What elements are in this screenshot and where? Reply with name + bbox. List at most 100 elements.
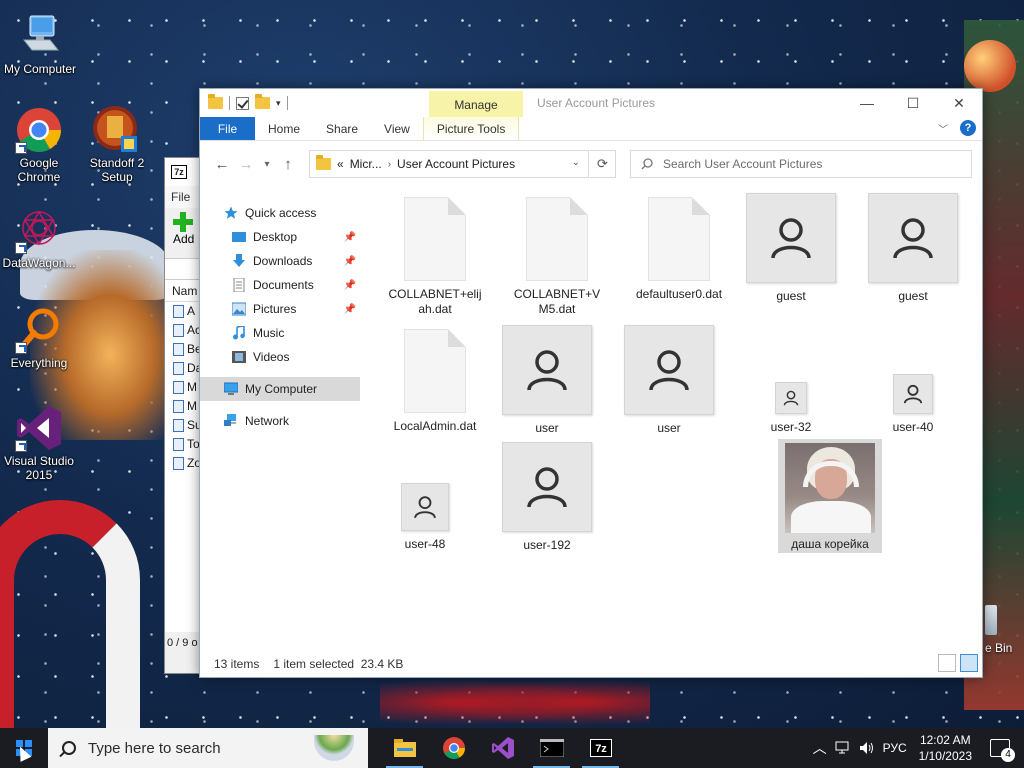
- pictures-icon: [232, 302, 246, 316]
- nav-music[interactable]: Music: [200, 321, 360, 345]
- volume-icon[interactable]: [859, 741, 875, 755]
- file-item[interactable]: user: [615, 325, 723, 436]
- file-item[interactable]: user-192: [493, 442, 601, 553]
- computer-icon: [16, 12, 64, 60]
- input-language[interactable]: РУС: [883, 741, 907, 755]
- show-hidden-icons-chevron-icon[interactable]: ︿: [813, 738, 827, 758]
- seven-zip-icon: 7z: [589, 739, 612, 757]
- taskbar-search-box[interactable]: Type here to search: [48, 728, 368, 768]
- desktop-icon-label: Google Chrome: [17, 156, 61, 184]
- explorer-titlebar[interactable]: ▾ Manage User Account Pictures — ☐ ✕: [200, 89, 982, 117]
- maximize-button[interactable]: ☐: [890, 89, 936, 117]
- recent-locations-chevron-icon[interactable]: ▾: [258, 159, 276, 170]
- expand-ribbon-chevron-icon[interactable]: ﹀: [938, 121, 948, 136]
- taskbar-file-explorer[interactable]: [380, 728, 429, 768]
- datawagon-icon: [15, 206, 63, 254]
- manage-contextual-tab[interactable]: Manage: [429, 91, 523, 117]
- minimize-button[interactable]: —: [844, 89, 890, 117]
- desktop-icon-google-chrome[interactable]: Google Chrome: [0, 106, 79, 184]
- properties-icon[interactable]: [236, 96, 249, 110]
- tab-picture-tools[interactable]: Picture Tools: [422, 117, 520, 140]
- nav-desktop[interactable]: Desktop 📌: [200, 225, 360, 249]
- desktop-icon-label: My Computer: [3, 62, 77, 76]
- details-view-button[interactable]: [938, 654, 956, 672]
- desktop-icon-everything[interactable]: Everything: [0, 306, 79, 370]
- file-icon: [173, 400, 184, 413]
- file-view[interactable]: COLLABNET+elijah.dat COLLABNET+VM5.dat d…: [360, 187, 982, 653]
- clock[interactable]: 12:02 AM 1/10/2023: [919, 732, 972, 764]
- file-item[interactable]: COLLABNET+elijah.dat: [381, 197, 489, 317]
- user-avatar-icon: [868, 193, 958, 283]
- taskbar-7zip[interactable]: 7z: [576, 728, 625, 768]
- pin-icon[interactable]: 📌: [344, 256, 356, 267]
- start-button[interactable]: [0, 728, 48, 768]
- nav-quick-access[interactable]: Quick access: [200, 201, 360, 225]
- new-folder-icon[interactable]: [255, 94, 270, 109]
- explorer-window[interactable]: ▾ Manage User Account Pictures — ☐ ✕ Fil…: [199, 88, 983, 678]
- file-item[interactable]: user: [493, 325, 601, 436]
- file-item[interactable]: user-32: [737, 382, 845, 435]
- desktop-icon-label: Everything: [10, 356, 68, 370]
- network-icon[interactable]: [835, 741, 851, 755]
- close-button[interactable]: ✕: [936, 89, 982, 117]
- tab-file[interactable]: File: [200, 117, 255, 140]
- nav-documents[interactable]: Documents 📌: [200, 273, 360, 297]
- nav-videos[interactable]: Videos: [200, 345, 360, 369]
- forward-arrow-icon[interactable]: →: [234, 156, 258, 173]
- file-item[interactable]: LocalAdmin.dat: [381, 329, 489, 434]
- desktop-icon-recycle-bin[interactable]: e Bin: [985, 605, 1012, 655]
- notification-center-icon[interactable]: 4: [990, 739, 1015, 762]
- tab-share[interactable]: Share: [313, 117, 371, 140]
- desktop-icon-standoff-setup[interactable]: Standoff 2 Setup: [77, 106, 157, 184]
- file-name: user: [535, 421, 559, 435]
- search-input[interactable]: Search User Account Pictures: [663, 157, 822, 171]
- desktop-icon-datawagon[interactable]: DataWagon...: [0, 206, 79, 270]
- pin-icon[interactable]: 📌: [344, 304, 356, 315]
- help-icon[interactable]: ?: [960, 120, 976, 136]
- nav-pictures[interactable]: Pictures 📌: [200, 297, 360, 321]
- taskbar-command-prompt[interactable]: [527, 728, 576, 768]
- breadcrumb-item-current[interactable]: User Account Pictures: [397, 157, 515, 171]
- search-box[interactable]: Search User Account Pictures: [630, 150, 972, 178]
- breadcrumb-overflow[interactable]: «: [337, 157, 344, 171]
- file-item[interactable]: user-40: [859, 374, 967, 435]
- back-arrow-icon[interactable]: ←: [210, 156, 234, 173]
- user-avatar-icon: [624, 325, 714, 415]
- pin-icon[interactable]: 📌: [344, 280, 356, 291]
- file-item[interactable]: user-48: [371, 483, 479, 552]
- large-icons-view-button[interactable]: [960, 654, 978, 672]
- nav-my-computer[interactable]: My Computer: [200, 377, 360, 401]
- tab-view[interactable]: View: [371, 117, 423, 140]
- navigation-pane[interactable]: Quick access Desktop 📌 Downloads 📌 Docum…: [200, 187, 360, 653]
- nav-downloads[interactable]: Downloads 📌: [200, 249, 360, 273]
- address-bar[interactable]: « Micr... › User Account Pictures ⌄: [309, 150, 589, 178]
- taskbar-chrome[interactable]: [429, 728, 478, 768]
- search-highlight-icon[interactable]: [314, 735, 354, 761]
- file-item-selected[interactable]: даша корейка: [778, 439, 882, 553]
- user-avatar-icon: [893, 374, 933, 414]
- breadcrumb-item[interactable]: Micr...: [350, 157, 382, 171]
- file-item[interactable]: COLLABNET+VM5.dat: [503, 197, 611, 317]
- search-icon: [62, 741, 76, 755]
- breadcrumb-separator-icon[interactable]: ›: [388, 159, 391, 170]
- refresh-button[interactable]: ⟳: [590, 150, 616, 178]
- address-dropdown-icon[interactable]: ⌄: [572, 157, 580, 168]
- up-arrow-icon[interactable]: ↑: [276, 156, 300, 173]
- taskbar-visual-studio[interactable]: [478, 728, 527, 768]
- file-item[interactable]: guest: [737, 193, 845, 304]
- user-avatar-icon: [502, 442, 592, 532]
- file-item[interactable]: guest: [859, 193, 967, 304]
- qat-dropdown-icon[interactable]: ▾: [276, 98, 281, 109]
- nav-network[interactable]: Network: [200, 409, 360, 433]
- standoff-setup-icon: [93, 106, 141, 154]
- taskbar-search-input[interactable]: Type here to search: [88, 740, 221, 757]
- desktop-icon-my-computer[interactable]: My Computer: [0, 12, 80, 76]
- tab-home[interactable]: Home: [255, 117, 313, 140]
- file-icon: [173, 362, 184, 375]
- seven-zip-logo-icon: 7z: [171, 165, 187, 179]
- file-icon: [173, 305, 184, 318]
- file-item[interactable]: defaultuser0.dat: [625, 197, 733, 302]
- desktop-icon-visual-studio[interactable]: Visual Studio 2015: [0, 404, 79, 482]
- explorer-body: Quick access Desktop 📌 Downloads 📌 Docum…: [200, 187, 982, 653]
- pin-icon[interactable]: 📌: [344, 232, 356, 243]
